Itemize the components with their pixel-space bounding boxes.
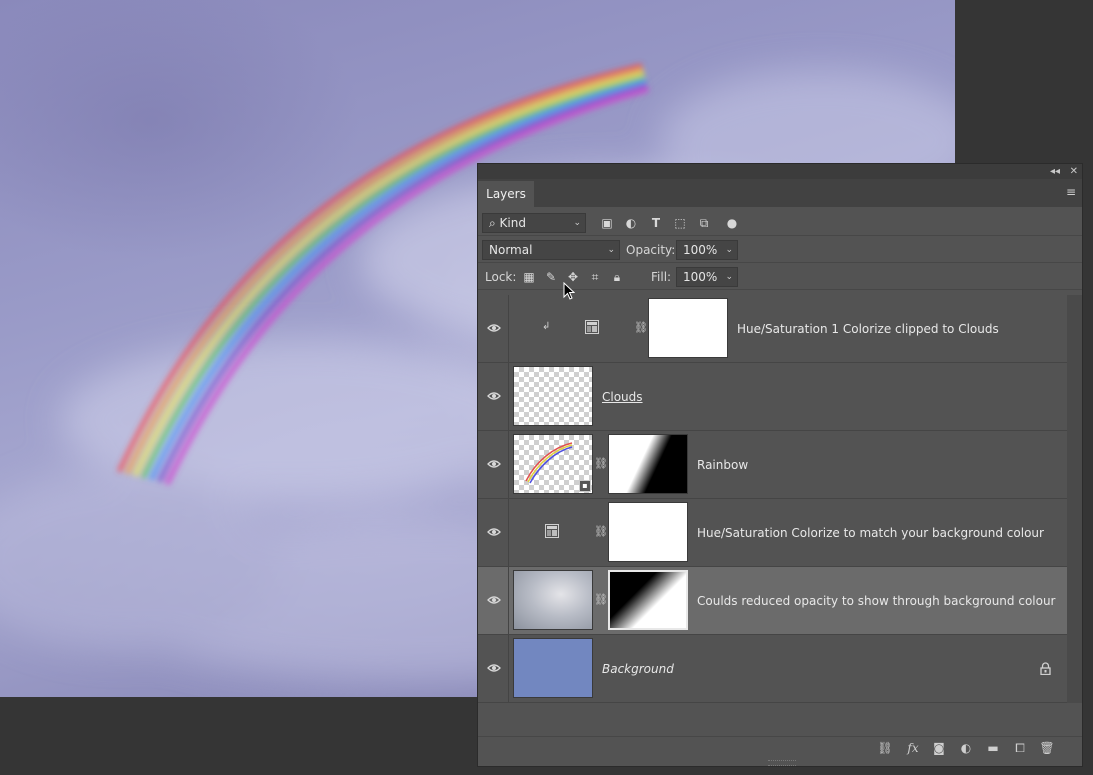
blend-mode-dropdown[interactable]: Normal ⌄ xyxy=(482,240,620,260)
filter-kind-label: Kind xyxy=(499,216,526,230)
chevron-down-icon: ⌄ xyxy=(607,245,615,255)
resize-grip[interactable] xyxy=(768,760,796,766)
new-adjustment-icon[interactable]: ◐ xyxy=(957,739,975,757)
link-layers-icon[interactable]: ⛓︎ xyxy=(876,739,894,757)
layers-list: ↲ ⛓︎ Hue/Saturation 1 Colorize clipped t… xyxy=(478,295,1067,703)
layer-mask-thumbnail[interactable] xyxy=(648,298,728,358)
add-mask-icon[interactable]: ◙ xyxy=(930,739,948,757)
layer-thumbnail[interactable] xyxy=(513,638,593,698)
chain-link-icon[interactable]: ⛓︎ xyxy=(594,593,608,606)
fx-icon[interactable]: fx xyxy=(904,739,922,757)
layer-row[interactable]: Clouds xyxy=(478,363,1067,431)
layer-mask-thumbnail[interactable] xyxy=(608,570,688,630)
layers-panel: ◂◂ ✕ Layers ≡ ⌕ Kind ⌄ ▣ ◐ T ⬚ ⧉ ● Norma… xyxy=(477,163,1083,767)
visibility-toggle[interactable] xyxy=(478,431,509,498)
lock-icon[interactable] xyxy=(1040,662,1051,675)
layer-row[interactable]: ⛓︎ Hue/Saturation Colorize to match your… xyxy=(478,499,1067,567)
clipping-arrow-icon: ↲ xyxy=(542,321,551,332)
close-panel-icon[interactable]: ✕ xyxy=(1070,164,1078,179)
visibility-toggle[interactable] xyxy=(478,295,509,362)
smart-object-filter-icon[interactable]: ⧉ xyxy=(695,213,713,233)
layer-thumbnail[interactable] xyxy=(513,570,593,630)
eye-icon[interactable] xyxy=(487,525,501,539)
opacity-label: Opacity: xyxy=(626,243,676,257)
filter-kind-dropdown[interactable]: ⌕ Kind ⌄ xyxy=(482,213,586,233)
chain-link-icon[interactable]: ⛓︎ xyxy=(594,525,608,538)
adjustment-filter-icon[interactable]: ◐ xyxy=(622,213,640,233)
lock-label: Lock: xyxy=(485,270,517,284)
eye-icon[interactable] xyxy=(487,457,501,471)
search-icon: ⌕ xyxy=(489,216,500,230)
chevron-down-icon[interactable]: ⌄ xyxy=(725,241,733,259)
layer-row[interactable]: ↲ ⛓︎ Hue/Saturation 1 Colorize clipped t… xyxy=(478,295,1067,363)
visibility-toggle[interactable] xyxy=(478,499,509,566)
new-group-icon[interactable]: ▬ xyxy=(984,739,1002,757)
filter-row: ⌕ Kind ⌄ ▣ ◐ T ⬚ ⧉ ● xyxy=(478,209,1082,236)
fill-field[interactable]: 100% ⌄ xyxy=(676,267,738,287)
blend-mode-value: Normal xyxy=(489,243,533,257)
collapse-panel-icon[interactable]: ◂◂ xyxy=(1050,164,1060,179)
mouse-cursor-icon xyxy=(563,282,575,300)
chevron-down-icon[interactable]: ⌄ xyxy=(725,268,733,286)
opacity-value: 100% xyxy=(683,243,718,257)
hue-saturation-icon[interactable] xyxy=(585,320,599,334)
panel-titlebar[interactable]: ◂◂ ✕ xyxy=(478,164,1082,179)
lock-transparent-pixels-icon[interactable]: ▦ xyxy=(520,267,538,287)
opacity-field[interactable]: 100% ⌄ xyxy=(676,240,738,260)
layer-row[interactable]: Background xyxy=(478,635,1067,703)
panel-footer: ⛓︎ fx ◙ ◐ ▬ ⧠ 🗑︎ xyxy=(478,736,1082,759)
visibility-toggle[interactable] xyxy=(478,363,509,430)
filter-toggle-icon[interactable]: ● xyxy=(723,213,741,233)
new-layer-icon[interactable]: ⧠ xyxy=(1011,739,1029,757)
layer-name[interactable]: Rainbow xyxy=(697,431,748,499)
visibility-toggle[interactable] xyxy=(478,635,509,702)
visibility-toggle[interactable] xyxy=(478,567,509,634)
layer-name[interactable]: Coulds reduced opacity to show through b… xyxy=(697,567,1056,635)
lock-image-pixels-icon[interactable]: ✎ xyxy=(542,267,560,287)
chain-link-icon[interactable]: ⛓︎ xyxy=(634,321,648,334)
shape-filter-icon[interactable]: ⬚ xyxy=(671,213,689,233)
fill-label: Fill: xyxy=(651,270,672,284)
eye-icon[interactable] xyxy=(487,593,501,607)
layer-thumbnail[interactable] xyxy=(513,366,593,426)
delete-layer-icon[interactable]: 🗑︎ xyxy=(1038,739,1056,757)
chain-link-icon[interactable]: ⛓︎ xyxy=(594,457,608,470)
type-filter-icon[interactable]: T xyxy=(647,213,665,233)
layer-thumbnail[interactable]: ▪ xyxy=(513,434,593,494)
layer-name[interactable]: Clouds xyxy=(602,363,643,431)
layer-name[interactable]: Hue/Saturation 1 Colorize clipped to Clo… xyxy=(737,295,999,363)
blend-row: Normal ⌄ Opacity: 100% ⌄ xyxy=(478,236,1082,263)
layer-mask-thumbnail[interactable] xyxy=(608,502,688,562)
layer-row[interactable]: ▪ ⛓︎ Rainbow xyxy=(478,431,1067,499)
eye-icon[interactable] xyxy=(487,389,501,403)
layer-name[interactable]: Hue/Saturation Colorize to match your ba… xyxy=(697,499,1044,567)
tab-layers[interactable]: Layers xyxy=(478,181,534,207)
eye-icon[interactable] xyxy=(487,661,501,675)
smart-object-badge-icon: ▪ xyxy=(579,480,591,492)
image-filter-icon[interactable]: ▣ xyxy=(598,213,616,233)
lock-all-icon[interactable]: 🔒︎ xyxy=(608,267,626,287)
layer-row-selected[interactable]: ⛓︎ Coulds reduced opacity to show throug… xyxy=(478,567,1067,635)
layers-scrollbar[interactable] xyxy=(1067,295,1082,703)
hue-saturation-icon[interactable] xyxy=(545,524,559,538)
panel-menu-icon[interactable]: ≡ xyxy=(1066,185,1076,199)
fill-value: 100% xyxy=(683,270,718,284)
chevron-down-icon: ⌄ xyxy=(573,218,581,228)
layer-mask-thumbnail[interactable] xyxy=(608,434,688,494)
eye-icon[interactable] xyxy=(487,321,501,335)
lock-artboard-icon[interactable]: ⌗ xyxy=(586,267,604,287)
panel-tab-bar: Layers ≡ xyxy=(478,179,1082,207)
layer-name[interactable]: Background xyxy=(602,635,674,703)
